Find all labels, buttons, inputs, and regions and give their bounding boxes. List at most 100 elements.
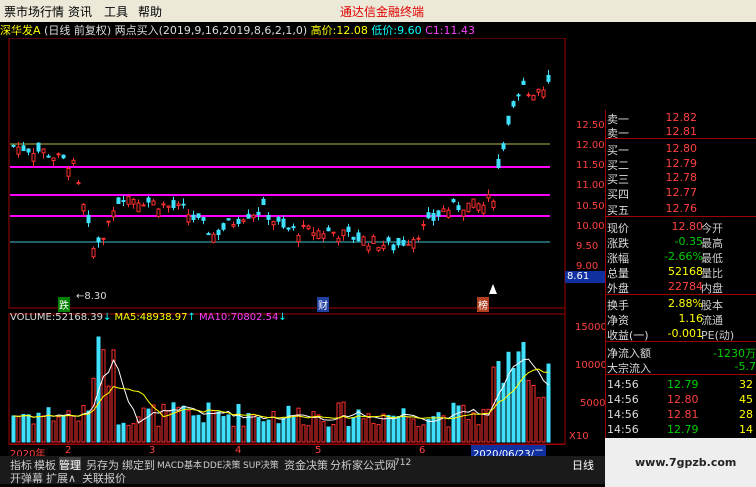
stat-row: 收益(一) -0.001 PE(动)	[607, 327, 735, 342]
ma5-label: MA5:	[114, 312, 140, 323]
candle-body	[31, 153, 36, 162]
candle-body	[251, 214, 256, 219]
linked-quote-button[interactable]: 关联报价	[82, 470, 126, 486]
volume-bar	[321, 421, 326, 443]
promo-text[interactable]: 通达信金融终端	[340, 3, 424, 20]
candle-body	[506, 115, 511, 125]
candle-body	[21, 145, 26, 152]
low-value: 9.60	[397, 24, 422, 37]
volume-bar	[421, 424, 426, 443]
candle-body	[371, 235, 376, 244]
candle-body	[111, 210, 116, 218]
volume-bar	[146, 408, 151, 443]
bid-row[interactable]: 买四 12.77	[607, 186, 697, 201]
volume-bar	[451, 402, 456, 443]
volume-bar	[176, 406, 181, 443]
volume-axis-label: 5000	[580, 398, 606, 409]
volume-bar	[131, 423, 136, 443]
volume-bar	[256, 416, 261, 443]
volume-bar	[141, 407, 146, 443]
volume-bar	[351, 417, 356, 443]
volume-bar	[526, 379, 531, 443]
candle-body	[466, 202, 471, 213]
event-marker[interactable]: 跌	[58, 297, 70, 312]
price-axis-label: 11.00	[576, 180, 605, 191]
candle-body	[426, 212, 431, 219]
candle-body	[331, 231, 336, 234]
mouse-cursor-icon	[489, 284, 497, 294]
candle-body	[326, 227, 331, 232]
candle-body	[66, 167, 71, 177]
candle-body	[356, 232, 361, 242]
volume-bar	[446, 426, 451, 443]
menu-help[interactable]: 帮助	[138, 3, 162, 20]
volume-bar	[371, 422, 376, 443]
current-price-marker: 8.61	[565, 271, 605, 283]
divider	[606, 341, 756, 342]
candle-body	[26, 148, 31, 153]
volume-bar	[341, 401, 346, 443]
expand-button[interactable]: 扩展∧	[46, 470, 76, 486]
event-marker[interactable]: 榜	[477, 297, 489, 312]
bid-row[interactable]: 买一 12.80	[607, 142, 697, 157]
candle-body	[76, 182, 81, 185]
candle-body	[161, 203, 166, 206]
stat-row: 换手 2.88% 股本	[607, 297, 723, 312]
candle-body	[316, 230, 321, 239]
candle-body	[536, 88, 541, 93]
candle-body	[176, 203, 181, 206]
menu-bar: 票市场行情 资讯 工具 帮助 通达信金融终端	[0, 0, 756, 22]
bid-row[interactable]: 买三 12.78	[607, 171, 697, 186]
tab-712[interactable]: 712	[394, 458, 411, 468]
volume-axis-label: 10000	[575, 360, 607, 371]
candle-body	[261, 198, 266, 206]
volume-bar	[231, 425, 236, 443]
candle-body	[286, 227, 291, 230]
candle-body	[221, 223, 226, 230]
volume-bar	[306, 425, 311, 443]
volume-bar	[216, 411, 221, 443]
candle-body	[191, 214, 196, 220]
volume-bar	[151, 404, 156, 443]
stat-row: 现价 12.80 今开	[607, 220, 723, 235]
volume-bar	[31, 423, 36, 443]
candle-body	[346, 226, 351, 232]
bid-row[interactable]: 买二 12.79	[607, 157, 697, 172]
volume-bar	[36, 412, 41, 443]
volume-bar	[471, 412, 476, 443]
candle-body	[206, 233, 211, 236]
divider	[606, 216, 756, 217]
menu-tools[interactable]: 工具	[104, 3, 128, 20]
volume-bar	[266, 419, 271, 443]
event-marker[interactable]: 财	[317, 297, 329, 312]
ask-row[interactable]: 卖一 12.81	[607, 125, 697, 140]
volume-bar	[196, 414, 201, 443]
kline-chart[interactable]	[0, 38, 605, 456]
price-axis-label: 12.50	[576, 120, 605, 131]
volume-bar	[71, 415, 76, 443]
candle-body	[156, 208, 161, 217]
menu-news[interactable]: 资讯	[68, 3, 92, 20]
tick-row: 14:56 12.80 45	[607, 393, 753, 406]
volume-bar	[26, 414, 31, 443]
tick-row: 14:56 12.81 28	[607, 408, 753, 421]
candle-body	[61, 154, 66, 159]
candle-body	[86, 214, 91, 224]
ask-row[interactable]: 卖一 12.82	[607, 111, 697, 126]
adjust-mode: (日线 前复权)	[44, 24, 112, 37]
indicator-formula: 两点买入(2019,9,16,2019,8,6,2,1,0)	[114, 24, 308, 37]
bid-row[interactable]: 买五 12.76	[607, 202, 697, 217]
candle-body	[431, 212, 436, 221]
date-axis-mark: 2	[65, 445, 72, 456]
danmaku-button[interactable]: 开弹幕	[10, 470, 43, 486]
candle-body	[486, 194, 491, 199]
candle-body	[526, 94, 531, 97]
volume-bar	[171, 402, 176, 443]
candle-body	[336, 237, 341, 243]
volume-value: 52168.39	[55, 312, 103, 323]
candle-body	[511, 101, 516, 107]
candle-body	[226, 218, 231, 221]
volume-bar	[536, 397, 541, 443]
menu-market[interactable]: 票市场行情	[4, 3, 64, 20]
high-label: 高价:	[310, 24, 337, 37]
